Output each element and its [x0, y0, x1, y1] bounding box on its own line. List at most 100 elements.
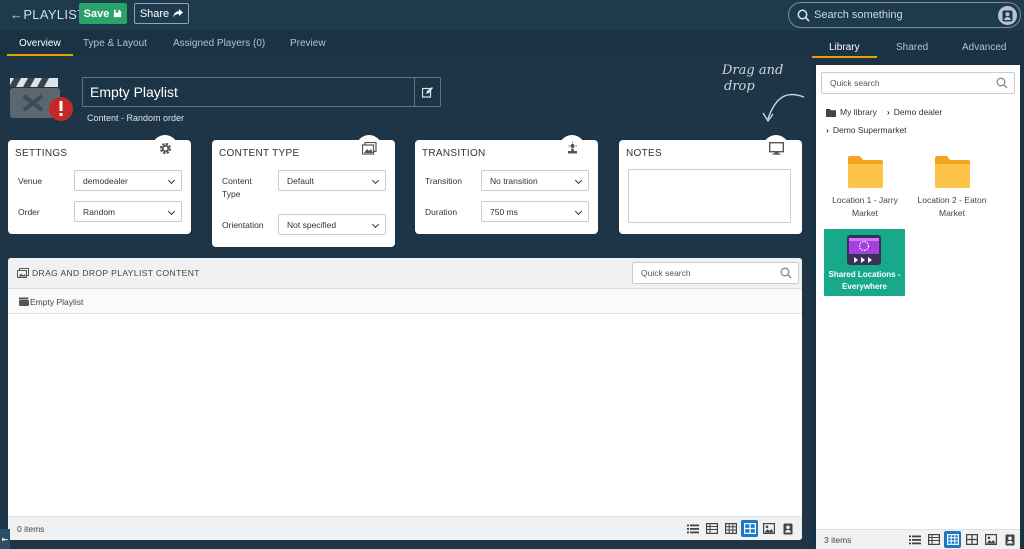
view-grid-button[interactable]	[741, 520, 758, 537]
view-thumbnails-button[interactable]	[760, 520, 777, 537]
search-icon	[996, 77, 1008, 89]
tab-preview[interactable]: Preview	[290, 38, 326, 49]
back-label: PLAYLIST	[23, 7, 86, 22]
view-details-button[interactable]	[703, 520, 720, 537]
view-grid-small-button[interactable]	[722, 520, 739, 537]
breadcrumb-demo-supermarket[interactable]: Demo Supermarket	[833, 125, 907, 135]
library-footer: 3 items	[816, 529, 1020, 549]
playlist-subtitle: Content - Random order	[87, 113, 185, 123]
clapperboard-icon	[19, 297, 29, 306]
folder-icon	[826, 108, 836, 117]
notes-title: NOTES	[626, 148, 662, 159]
tab-assigned-players[interactable]: Assigned Players (0)	[173, 38, 265, 49]
content-type-select[interactable]: Default	[278, 170, 386, 191]
content-type-label-line2: Type	[222, 189, 241, 199]
search-icon	[797, 9, 810, 22]
share-label: Share	[139, 7, 170, 20]
view-grid-small-button[interactable]	[944, 531, 961, 548]
gear-icon	[159, 142, 171, 154]
breadcrumb-my-library[interactable]: My library	[840, 107, 877, 117]
folder-icon	[934, 156, 970, 188]
back-button[interactable]: ←PLAYLIST	[10, 7, 85, 22]
transition-select[interactable]: No transition	[481, 170, 589, 191]
view-cards-button[interactable]	[1001, 531, 1018, 548]
view-list-button[interactable]	[906, 531, 923, 548]
images-icon	[17, 268, 29, 278]
content-type-label-line1: Content	[222, 176, 252, 186]
tab-overview[interactable]: Overview	[19, 38, 61, 49]
content-item-count: 0 items	[17, 524, 45, 534]
notes-card: NOTES	[619, 135, 802, 234]
top-bar: ←PLAYLIST Save Share	[0, 0, 1024, 30]
image-icon	[984, 534, 997, 545]
shared-playlist-icon	[847, 235, 881, 265]
content-title: DRAG AND DROP PLAYLIST CONTENT	[32, 268, 200, 278]
shared-locations-item[interactable]: Shared Locations - Everywhere	[824, 229, 905, 296]
global-search-input[interactable]	[814, 9, 984, 21]
share-button[interactable]: Share	[134, 3, 189, 24]
orientation-label: Orientation	[222, 220, 264, 230]
content-search-placeholder: Quick search	[641, 268, 691, 278]
grid-small-icon	[946, 534, 959, 545]
monitor-icon	[768, 141, 784, 155]
grid-small-icon	[724, 523, 737, 534]
folder-name: Location 2 - Eaton Market	[917, 195, 987, 218]
view-grid-button[interactable]	[963, 531, 980, 548]
table-icon	[927, 534, 940, 545]
library-panel: Quick search My library › Demo dealer › …	[816, 65, 1020, 549]
duration-label: Duration	[425, 207, 458, 217]
library-search-input[interactable]: Quick search	[821, 72, 1015, 94]
folder-location-1[interactable]: Location 1 - Jarry Market	[825, 155, 905, 220]
order-select[interactable]: Random	[74, 201, 182, 222]
view-cards-button[interactable]	[779, 520, 796, 537]
venue-select[interactable]: demodealer	[74, 170, 182, 191]
tab-type-layout[interactable]: Type & Layout	[83, 38, 147, 49]
tab-advanced[interactable]: Advanced	[962, 42, 1006, 53]
chevron-right-icon: ›	[826, 125, 829, 135]
content-footer: 0 items	[8, 516, 802, 540]
library-breadcrumb: My library › Demo dealer	[826, 107, 942, 117]
edit-title-button[interactable]	[414, 78, 440, 106]
playlist-title: Empty Playlist	[90, 84, 178, 100]
user-icon	[1002, 10, 1013, 21]
settings-card: SETTINGS Venue demodealer Order Random	[8, 135, 191, 234]
list-icon	[686, 524, 699, 533]
content-header: DRAG AND DROP PLAYLIST CONTENT Quick sea…	[8, 258, 802, 289]
orientation-select[interactable]: Not specified	[278, 214, 386, 235]
grid-icon	[743, 523, 756, 534]
images-icon	[361, 141, 377, 155]
tab-shared[interactable]: Shared	[896, 42, 928, 53]
save-button[interactable]: Save	[79, 3, 127, 24]
library-view-switcher	[906, 531, 1018, 548]
monitor-icon-wrap	[763, 135, 789, 161]
table-icon	[705, 523, 718, 534]
transition-card: TRANSITION Transition No transition Dura…	[415, 135, 598, 234]
notes-textarea[interactable]	[628, 169, 791, 223]
view-thumbnails-button[interactable]	[982, 531, 999, 548]
transition-label: Transition	[425, 176, 463, 186]
tab-library[interactable]: Library	[829, 42, 860, 53]
shared-item-name: Shared Locations - Everywhere	[828, 270, 901, 291]
contact-card-icon	[1005, 534, 1014, 545]
collapse-sidebar-button[interactable]: ⇤	[0, 529, 10, 549]
image-icon	[762, 523, 775, 534]
active-tab-indicator	[7, 54, 73, 56]
venue-label: Venue	[18, 176, 43, 186]
view-details-button[interactable]	[925, 531, 942, 548]
breadcrumb-playlist[interactable]: Empty Playlist	[30, 297, 83, 307]
drag-hint-line1: Drag and	[722, 63, 784, 78]
curved-arrow-icon	[762, 93, 805, 123]
main-tabs: Overview Type & Layout Assigned Players …	[0, 31, 812, 57]
global-search[interactable]	[788, 2, 1021, 28]
avatar[interactable]	[998, 6, 1017, 25]
folder-location-2[interactable]: Location 2 - Eaton Market	[912, 155, 992, 220]
images-icon-wrap	[356, 135, 382, 161]
content-search-input[interactable]: Quick search	[632, 262, 799, 284]
library-breadcrumb-line2: › Demo Supermarket	[826, 125, 907, 135]
view-list-button[interactable]	[684, 520, 701, 537]
breadcrumb-demo-dealer[interactable]: Demo dealer	[894, 107, 943, 117]
gear-icon-wrap	[152, 135, 178, 161]
duration-select[interactable]: 750 ms	[481, 201, 589, 222]
playlist-title-field[interactable]: Empty Playlist	[82, 77, 441, 107]
settings-title: SETTINGS	[15, 148, 68, 159]
